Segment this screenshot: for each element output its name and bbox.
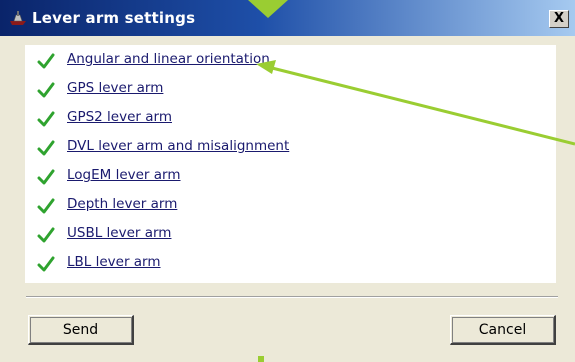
cancel-button[interactable]: Cancel [450,315,556,345]
check-icon [37,169,55,185]
check-icon [37,198,55,214]
check-icon [37,256,55,272]
depth-lever-arm-link[interactable]: Depth lever arm [67,196,177,212]
check-icon [37,82,55,98]
send-button[interactable]: Send [28,315,134,345]
title-bar[interactable]: Lever arm settings X [0,0,575,36]
lbl-lever-arm-link[interactable]: LBL lever arm [67,254,161,270]
pointer-marker-bottom [258,356,264,362]
check-icon [37,140,55,156]
window-title: Lever arm settings [32,9,196,27]
check-icon [37,111,55,127]
divider [26,296,558,298]
gps-lever-arm-link[interactable]: GPS lever arm [67,80,163,96]
logem-lever-arm-link[interactable]: LogEM lever arm [67,167,181,183]
angular-linear-orientation-link[interactable]: Angular and linear orientation [67,51,270,67]
gps2-lever-arm-link[interactable]: GPS2 lever arm [67,109,172,125]
check-icon [37,227,55,243]
check-icon [37,53,55,69]
ship-icon [10,11,26,25]
dvl-lever-arm-link[interactable]: DVL lever arm and misalignment [67,138,289,154]
close-button[interactable]: X [549,10,569,28]
usbl-lever-arm-link[interactable]: USBL lever arm [67,225,171,241]
settings-list: Angular and linear orientation GPS lever… [25,45,556,283]
